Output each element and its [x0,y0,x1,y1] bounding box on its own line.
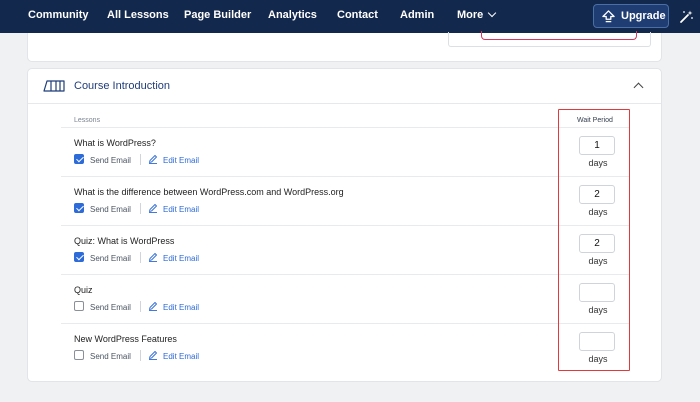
pencil-icon[interactable] [148,154,158,164]
lesson-row: Quiz: What is WordPress Send Email Edit … [61,226,629,275]
wait-unit-label: days [588,158,608,168]
lesson-title: Quiz [74,285,93,295]
nav-admin[interactable]: Admin [400,9,434,21]
send-email-label: Send Email [90,352,131,361]
pencil-icon[interactable] [148,350,158,360]
upgrade-label: Upgrade [621,10,666,22]
previous-section-field [448,31,651,47]
send-email-checkbox[interactable] [74,350,84,360]
edit-email-link[interactable]: Edit Email [163,352,199,361]
wait-unit-label: days [588,354,608,364]
lesson-title: New WordPress Features [74,334,177,344]
divider [140,350,141,361]
send-email-label: Send Email [90,205,131,214]
edit-email-link[interactable]: Edit Email [163,205,199,214]
lesson-title: What is WordPress? [74,138,156,148]
nav-all-lessons[interactable]: All Lessons [107,9,169,21]
send-email-label: Send Email [90,303,131,312]
nav-contact[interactable]: Contact [337,9,378,21]
send-email-checkbox[interactable] [74,203,84,213]
pencil-icon[interactable] [148,301,158,311]
lesson-title: Quiz: What is WordPress [74,236,175,246]
lesson-title: What is the difference between WordPress… [74,187,344,197]
wait-period-column-header: Wait Period [577,117,613,124]
upgrade-button[interactable]: Upgrade [593,4,669,28]
nav-analytics[interactable]: Analytics [268,9,317,21]
wait-period-input[interactable]: 2 [579,185,615,204]
divider [140,252,141,263]
wait-period-input[interactable] [579,283,615,302]
pencil-icon[interactable] [148,252,158,262]
nav-page-builder[interactable]: Page Builder [184,9,251,21]
chevron-up-icon[interactable] [633,82,644,93]
divider [140,154,141,165]
previous-section-card [27,31,662,62]
divider [140,301,141,312]
nav-community[interactable]: Community [28,9,89,21]
send-email-checkbox[interactable] [74,154,84,164]
checkmark-icon [75,154,84,163]
lesson-row: What is WordPress? Send Email Edit Email… [61,128,629,177]
send-email-label: Send Email [90,254,131,263]
checkmark-icon [75,203,84,212]
wait-period-input[interactable]: 1 [579,136,615,155]
chevron-down-icon [488,8,497,18]
section-header[interactable]: Course Introduction [28,69,661,104]
send-email-checkbox[interactable] [74,252,84,262]
checkmark-icon [75,252,84,261]
upgrade-arrow-icon [602,10,615,23]
nav-more-label: More [457,9,484,21]
nav-more[interactable]: More [457,8,497,21]
edit-email-link[interactable]: Edit Email [163,303,199,312]
lessons-column-header: Lessons [74,117,101,124]
edit-email-link[interactable]: Edit Email [163,156,199,165]
magic-wand-icon[interactable] [678,9,694,25]
pencil-icon[interactable] [148,203,158,213]
wait-period-input[interactable]: 2 [579,234,615,253]
send-email-checkbox[interactable] [74,301,84,311]
course-section-card: Course Introduction Lessons Wait Period … [27,68,662,382]
wait-unit-label: days [588,207,608,217]
top-nav: Community All Lessons Page Builder Analy… [0,0,700,33]
wait-period-input[interactable] [579,332,615,351]
edit-email-link[interactable]: Edit Email [163,254,199,263]
send-email-label: Send Email [90,156,131,165]
section-title: Course Introduction [74,80,170,92]
lesson-row: What is the difference between WordPress… [61,177,629,226]
wait-unit-label: days [588,256,608,266]
lesson-row: Quiz Send Email Edit Email days [61,275,629,324]
wait-unit-label: days [588,305,608,315]
lesson-row: New WordPress Features Send Email Edit E… [61,324,629,373]
divider [140,203,141,214]
previous-highlight-box [481,31,637,40]
course-module-icon [43,80,65,92]
